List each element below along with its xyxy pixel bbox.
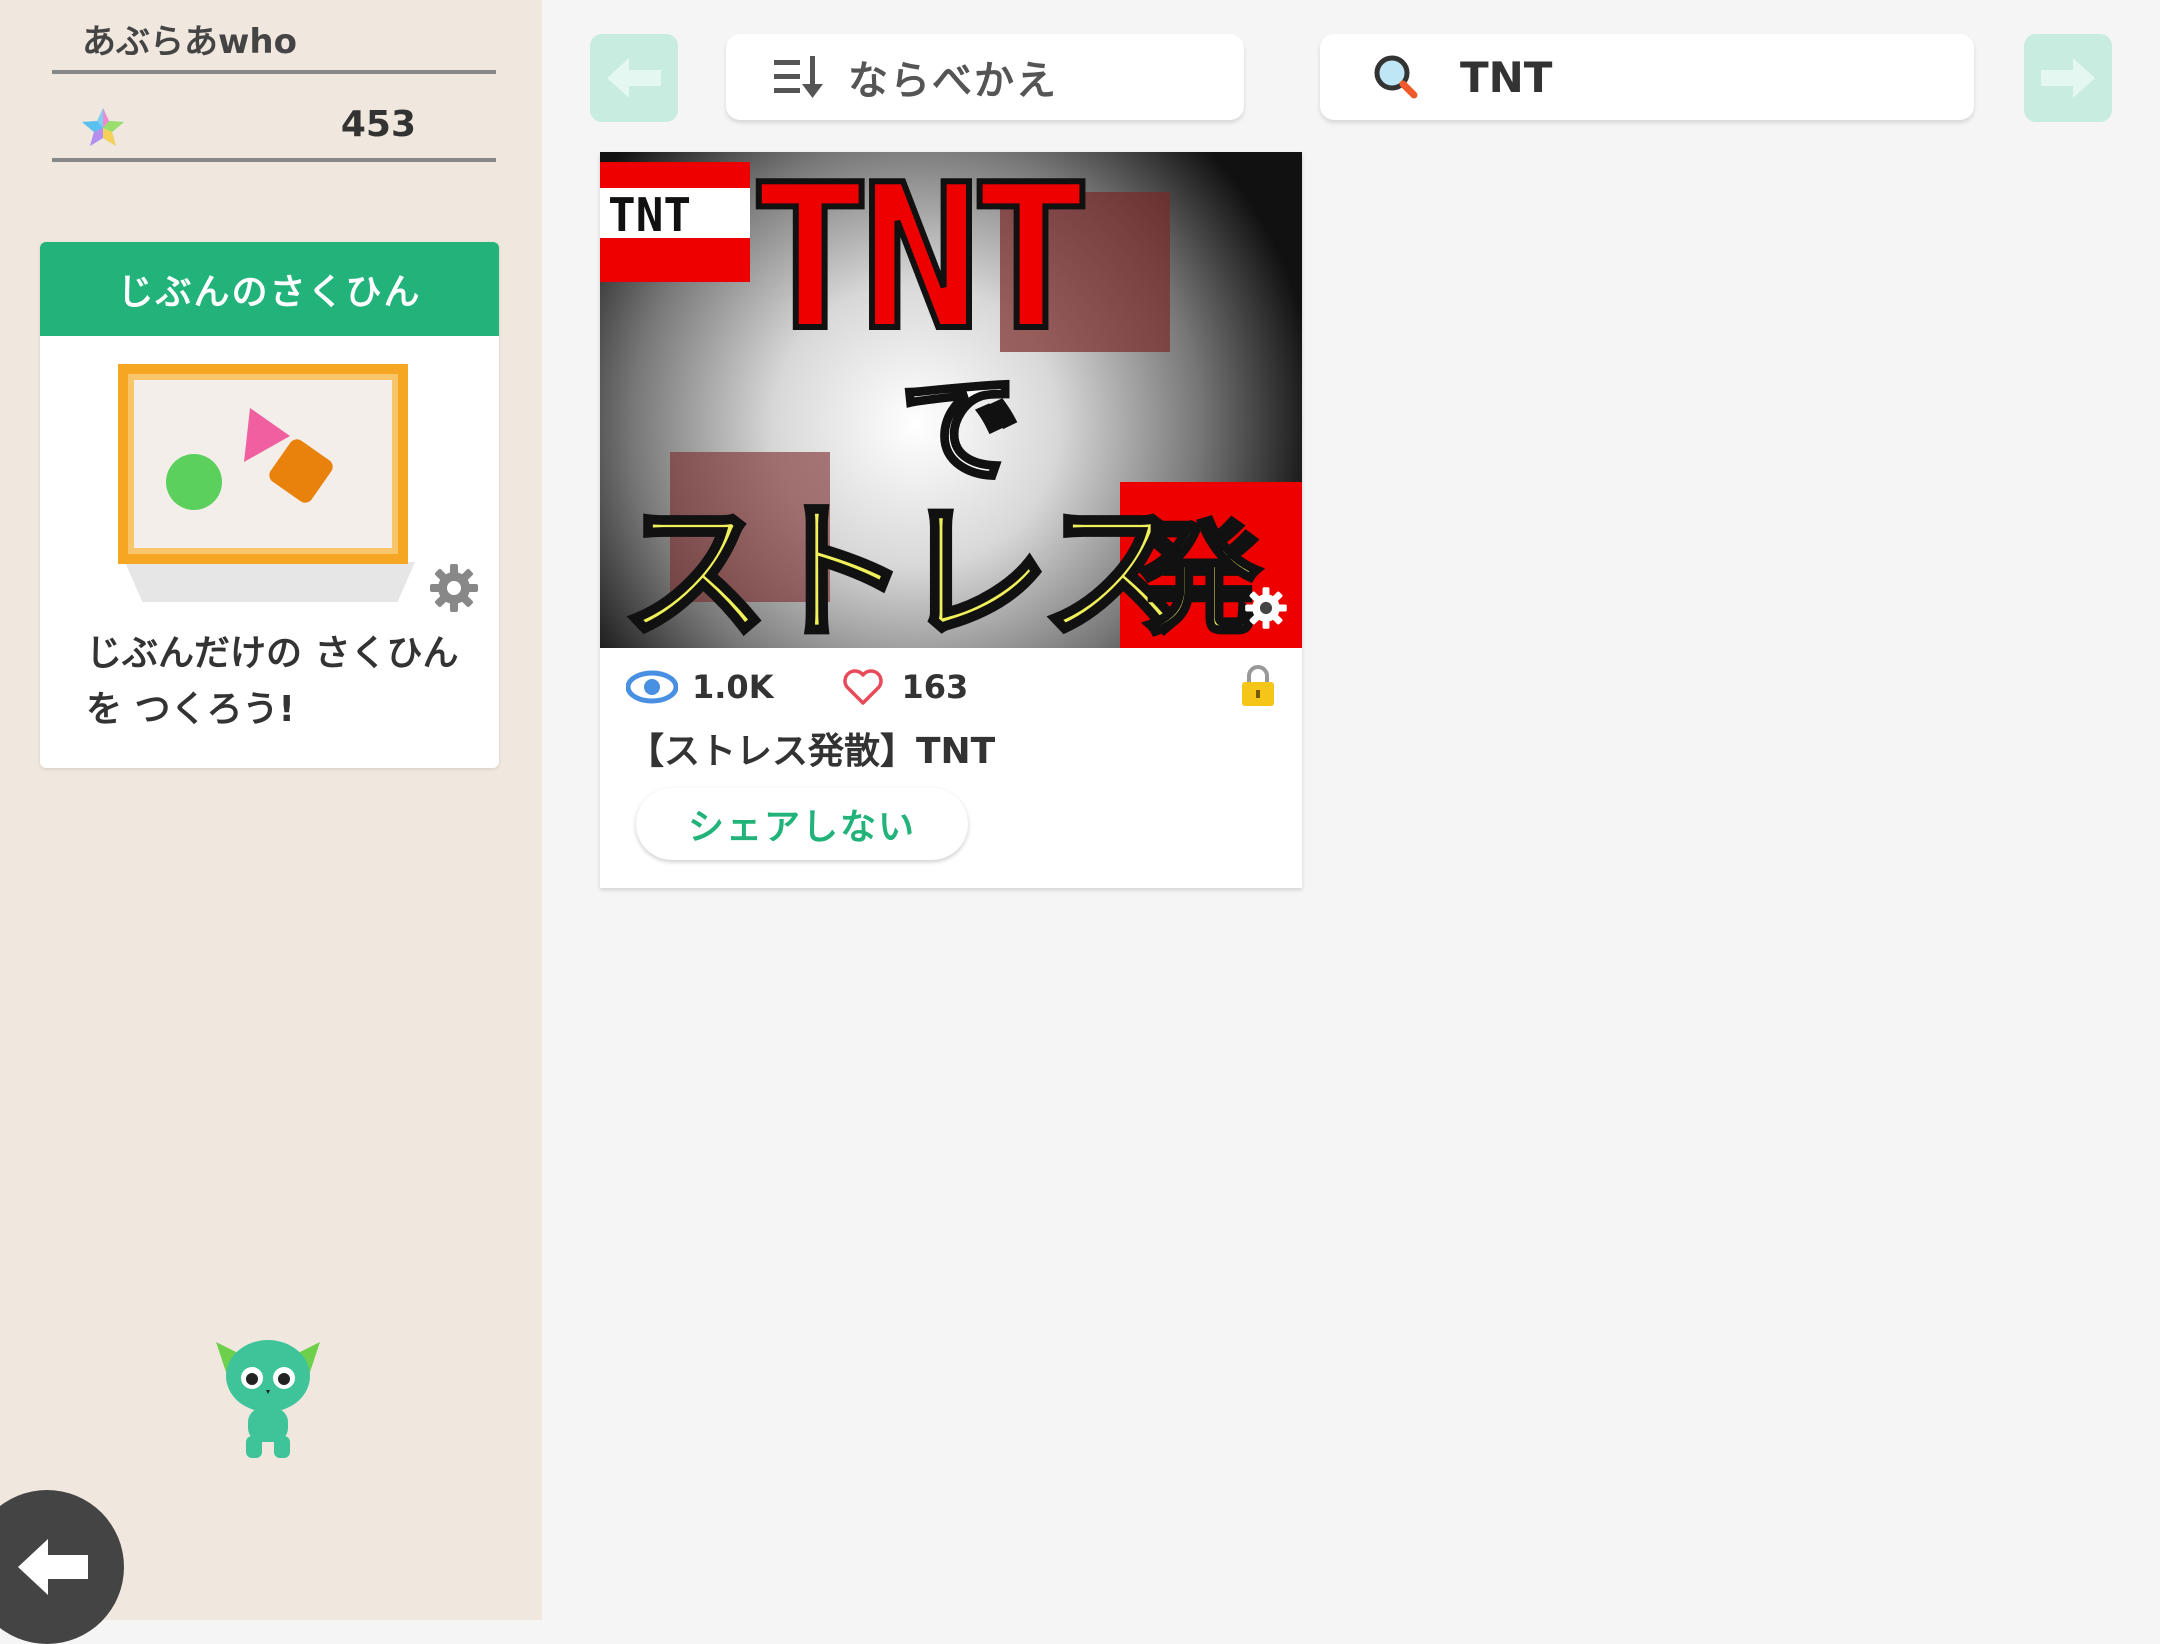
settings-gear-icon[interactable] bbox=[1240, 582, 1292, 634]
my-works-prompt: じぶんだけの さくひんを つくろう! bbox=[86, 633, 459, 730]
picture-frame-illustration bbox=[118, 364, 408, 564]
work-card[interactable]: TNT TNT で ストレス 発散 bbox=[600, 152, 1302, 888]
gem-icon bbox=[82, 108, 124, 146]
divider bbox=[52, 70, 496, 74]
thumb-stress: ストレス bbox=[617, 485, 1192, 649]
view-count: 1.0K bbox=[692, 668, 774, 706]
work-thumbnail[interactable]: TNT TNT で ストレス 発散 bbox=[600, 152, 1302, 648]
work-stats: 1.0K 163 bbox=[626, 662, 968, 712]
eye-icon bbox=[626, 670, 678, 704]
search-bar[interactable]: TNT bbox=[1320, 34, 1974, 120]
heart-icon[interactable] bbox=[843, 669, 884, 705]
lock-icon bbox=[1242, 665, 1274, 706]
arrow-left-icon bbox=[607, 58, 661, 98]
sort-label: ならべかえ bbox=[848, 58, 1058, 104]
share-toggle-button[interactable]: シェアしない bbox=[636, 788, 968, 860]
sort-button[interactable]: ならべかえ bbox=[726, 34, 1244, 120]
arrow-right-icon bbox=[2041, 58, 2095, 98]
next-page-button[interactable] bbox=[2024, 34, 2112, 122]
my-works-header: じぶんのさくひん bbox=[40, 242, 499, 336]
work-title: 【ストレス発散】TNT bbox=[628, 731, 996, 772]
username: あぶらあwho bbox=[82, 22, 297, 62]
prev-page-button[interactable] bbox=[590, 34, 678, 122]
divider bbox=[52, 158, 496, 162]
my-works-card[interactable]: じぶんのさくひん じぶんだけの さくひんを つくろう! bbox=[40, 242, 499, 768]
thumb-tnt-text: TNT bbox=[608, 188, 692, 242]
back-button[interactable] bbox=[0, 1490, 124, 1644]
frame-shadow bbox=[125, 562, 415, 602]
points-value: 453 bbox=[340, 104, 416, 145]
arrow-left-icon bbox=[18, 1539, 88, 1595]
settings-gear-icon[interactable] bbox=[424, 558, 484, 618]
search-icon bbox=[1374, 55, 1418, 99]
like-count: 163 bbox=[901, 668, 969, 706]
sidebar: あぶらあwho 453 じぶんのさくひん じぶんだけの さくひんを つくろう! bbox=[0, 0, 542, 1644]
mascot-icon bbox=[216, 1340, 320, 1458]
sort-icon bbox=[774, 56, 823, 98]
search-input[interactable]: TNT bbox=[1460, 53, 1552, 102]
